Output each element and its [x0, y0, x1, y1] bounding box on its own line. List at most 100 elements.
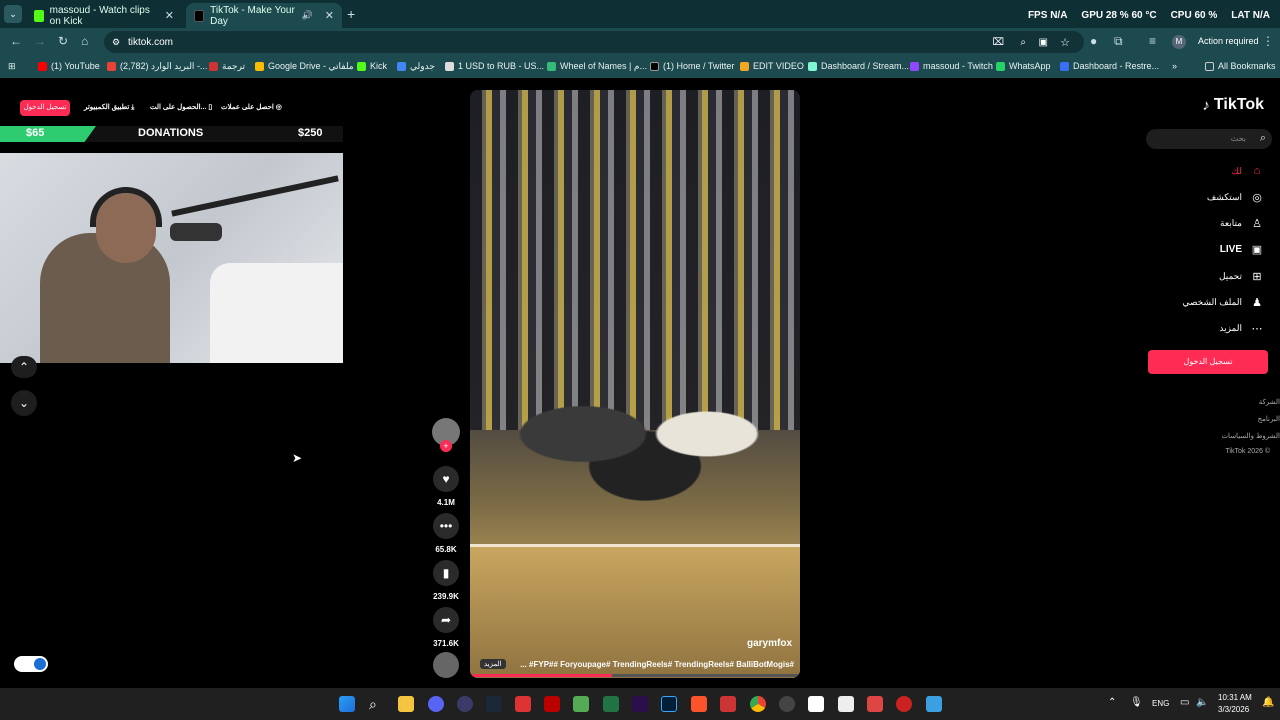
install-icon[interactable]: ▣ [1039, 37, 1048, 48]
search-icon[interactable]: ⌕ [1260, 132, 1266, 145]
tab-kick[interactable]: massoud - Watch clips on Kick ✕ [26, 3, 182, 28]
video-more[interactable]: المزيد [480, 659, 506, 669]
next-video-button[interactable]: ⌄ [11, 390, 37, 416]
reading-list-icon[interactable]: ≡ [1149, 34, 1156, 48]
video-progress-track[interactable] [470, 674, 800, 677]
login-button-top[interactable]: تسجيل الدخول [20, 100, 70, 116]
search-field[interactable]: بحث ⌕ [1146, 129, 1272, 149]
bookmark-translate[interactable]: ترجمة [209, 61, 245, 72]
tab-search-button[interactable]: ⌄ [4, 5, 22, 23]
close-icon[interactable]: ✕ [325, 9, 334, 22]
footer-company[interactable]: الشركة [1259, 398, 1280, 406]
creator-avatar[interactable]: + [431, 418, 461, 452]
get-app-link[interactable]: الحصول على الت... ▯ [150, 103, 212, 111]
back-icon[interactable]: ← [10, 34, 22, 48]
search-icon[interactable]: ⌕ [369, 696, 385, 712]
floating-widget[interactable] [14, 656, 48, 672]
bookmark-schedule[interactable]: جدولي [397, 61, 435, 72]
bookmark-restream[interactable]: Dashboard - Restre... [1060, 61, 1159, 71]
language-indicator[interactable]: ENG [1152, 699, 1169, 708]
photoshop-icon[interactable] [661, 696, 677, 712]
app-green-icon[interactable] [573, 696, 589, 712]
address-bar[interactable]: ⚙ tiktok.com ⌧ ⌕ ▣ ☆ [104, 31, 1084, 53]
steam-icon[interactable] [486, 696, 502, 712]
premiere-icon[interactable] [632, 696, 648, 712]
save-button[interactable]: ▮ 239.9K [431, 560, 461, 601]
video-player[interactable]: garymfox المزيد #FYP## Foryoupage# Trend… [470, 90, 800, 678]
reload-icon[interactable]: ↻ [58, 34, 68, 48]
puzzle-icon[interactable]: ⧉ [1114, 34, 1123, 49]
app-dark-icon[interactable] [838, 696, 854, 712]
nav-live[interactable]: LIVE ▣ [1220, 242, 1264, 256]
nav-explore[interactable]: استكشف ◎ [1207, 190, 1264, 204]
media-player-icon[interactable] [457, 696, 473, 712]
tiktok-logo[interactable]: ♪ TikTok [1202, 96, 1264, 114]
volume-icon[interactable]: 🔈 [1196, 697, 1208, 708]
bookmark-usd-rub[interactable]: 1 USD to RUB - US... [445, 61, 544, 71]
get-coins-link[interactable]: احصل على عملات ◎ [221, 103, 282, 111]
discord-icon[interactable] [428, 696, 444, 712]
excel-icon[interactable] [603, 696, 619, 712]
like-button[interactable]: ♥ 4.1M [431, 466, 461, 507]
bookmark-twitter[interactable]: (1) Home / Twitter [650, 61, 734, 71]
network-icon[interactable]: ▭ [1180, 697, 1189, 708]
clock-time[interactable]: 10:31 AM [1218, 693, 1252, 702]
tray-chevron-icon[interactable]: ⌃ [1108, 697, 1116, 708]
desktop-app-link[interactable]: تطبيق الكمبيوتر ⤓ [84, 103, 134, 112]
app-red-icon[interactable] [515, 696, 531, 712]
sound-avatar[interactable] [431, 652, 461, 678]
app-gear-icon[interactable] [779, 696, 795, 712]
notepad-icon[interactable] [926, 696, 942, 712]
follow-plus-icon[interactable]: + [440, 440, 452, 452]
more-bookmarks-icon[interactable]: » [1172, 61, 1177, 71]
footer-program[interactable]: البرنامج [1258, 415, 1280, 423]
bookmark-whatsapp[interactable]: WhatsApp [996, 61, 1051, 71]
bookmark-twitch[interactable]: massoud - Twitch [910, 61, 993, 71]
bookmark-gmail[interactable]: (2,782) البريد الوارد -... [107, 61, 207, 72]
extension-icon[interactable]: ● [1090, 34, 1097, 48]
footer-terms[interactable]: الشروط والسياسات [1221, 432, 1280, 440]
bookmark-wheel[interactable]: Wheel of Names | م... [547, 61, 647, 72]
app-image-icon[interactable] [720, 696, 736, 712]
app-red2-icon[interactable] [867, 696, 883, 712]
bookmark-star-icon[interactable]: ☆ [1060, 36, 1070, 49]
file-explorer-icon[interactable] [398, 696, 414, 712]
site-info-icon[interactable]: ⚙ [112, 37, 120, 48]
speaker-icon[interactable]: 🔊 [302, 10, 313, 21]
razer-icon[interactable] [544, 696, 560, 712]
new-tab-button[interactable]: + [347, 6, 355, 22]
app-record-icon[interactable] [896, 696, 912, 712]
nav-following[interactable]: متابعة ♙ [1220, 216, 1264, 230]
nav-more[interactable]: المزيد ⋯ [1219, 321, 1264, 335]
comment-button[interactable]: ••• 65.8K [431, 513, 461, 554]
brave-icon[interactable] [691, 696, 707, 712]
bookmark-kick[interactable]: Kick [357, 61, 387, 71]
all-bookmarks[interactable]: All Bookmarks [1205, 61, 1276, 71]
bookmark-drive[interactable]: Google Drive - ملفاتي [255, 61, 354, 72]
login-button[interactable]: تسجيل الدخول [1148, 350, 1268, 374]
clock-date[interactable]: 3/3/2026 [1218, 705, 1249, 714]
nav-profile[interactable]: الملف الشخصي ♟ [1182, 295, 1264, 309]
share-button[interactable]: ➦ 371.6K [431, 607, 461, 648]
apps-icon[interactable]: ⊞ [8, 61, 16, 72]
nav-for-you[interactable]: لك ⌂ [1232, 164, 1264, 178]
notifications-icon[interactable]: 🔔 [1262, 697, 1274, 708]
nav-upload[interactable]: تحميل ⊞ [1219, 269, 1264, 283]
action-required-button[interactable]: Action required [1198, 36, 1259, 46]
bookmark-youtube[interactable]: (1) YouTube [38, 61, 100, 71]
tab-tiktok[interactable]: TikTok - Make Your Day 🔊 ✕ [186, 3, 342, 28]
previous-video-button[interactable]: ⌃ [11, 356, 37, 378]
translate-icon[interactable]: ⌧ [992, 37, 1004, 48]
avatar[interactable]: M [1172, 35, 1186, 49]
windows-start-icon[interactable] [339, 696, 355, 712]
bookmark-streamlabs[interactable]: Dashboard / Stream... [808, 61, 909, 71]
forward-icon[interactable]: → [34, 34, 46, 48]
capcut-icon[interactable] [808, 696, 824, 712]
chrome-icon[interactable] [750, 696, 766, 712]
video-username[interactable]: garymfox [747, 638, 792, 649]
close-icon[interactable]: ✕ [165, 9, 174, 22]
bookmark-edit-video[interactable]: EDIT VIDEO [740, 61, 804, 71]
zoom-icon[interactable]: ⌕ [1020, 37, 1026, 48]
home-icon[interactable]: ⌂ [81, 34, 88, 48]
microphone-icon[interactable]: 🎙 [1130, 697, 1143, 708]
